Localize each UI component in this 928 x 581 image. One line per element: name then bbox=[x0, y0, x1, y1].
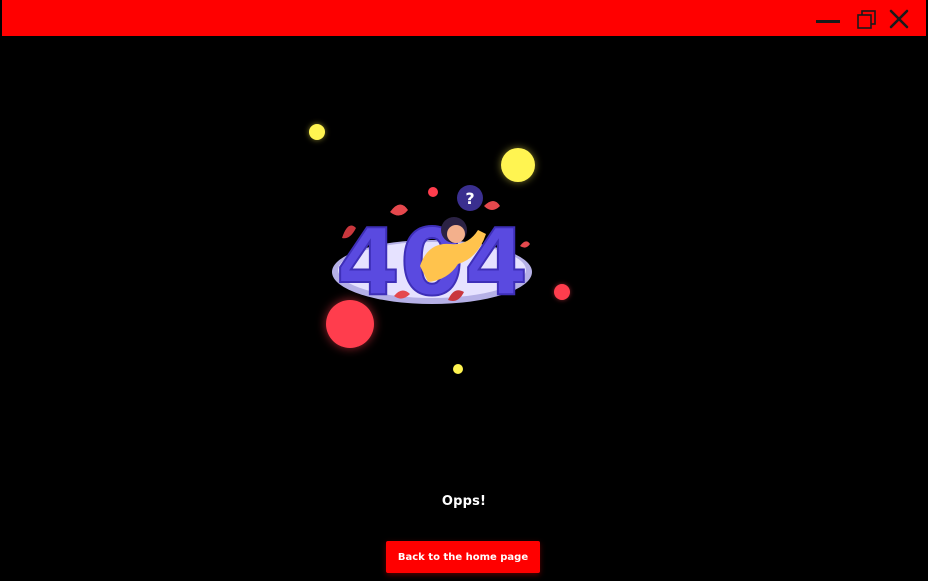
app-window: 404 ? Opps! Back to the home page bbox=[0, 0, 928, 581]
error-message: Opps! bbox=[441, 494, 487, 509]
restore-button[interactable] bbox=[851, 4, 881, 34]
close-button[interactable] bbox=[884, 4, 914, 34]
decorative-dot bbox=[501, 148, 535, 182]
back-home-button[interactable]: Back to the home page bbox=[386, 541, 540, 573]
title-bar bbox=[2, 0, 926, 36]
decorative-dot bbox=[453, 364, 463, 374]
minimize-button[interactable] bbox=[812, 4, 842, 34]
question-badge: ? bbox=[465, 189, 474, 208]
decorative-dot bbox=[554, 284, 570, 300]
404-illustration: 404 ? bbox=[328, 182, 538, 317]
decorative-dot bbox=[309, 124, 325, 140]
close-icon bbox=[889, 9, 909, 29]
restore-icon bbox=[857, 10, 876, 29]
minimize-icon bbox=[816, 20, 840, 23]
